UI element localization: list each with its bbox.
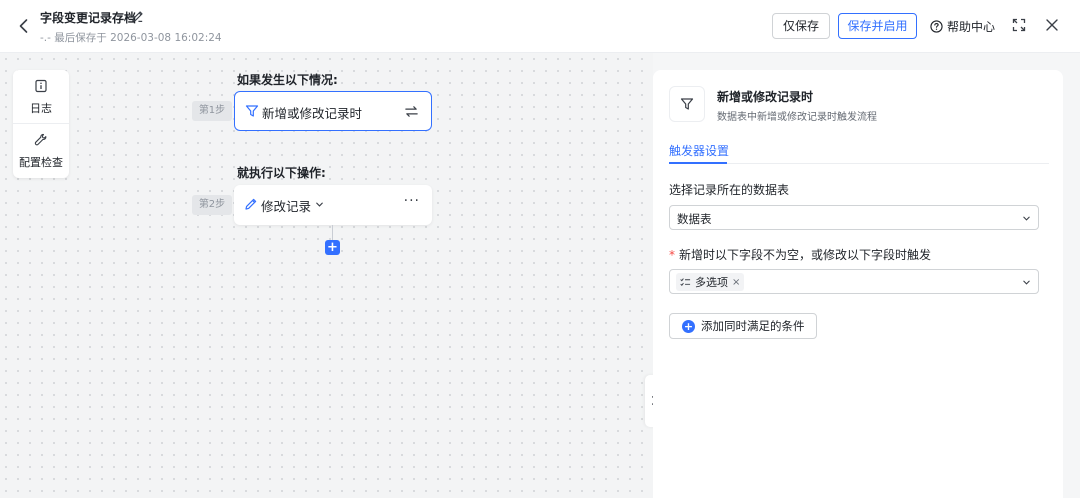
connector-line — [332, 225, 333, 240]
expand-icon[interactable] — [1011, 17, 1027, 33]
action-node-label: 修改记录 — [261, 199, 312, 214]
action-section-title: 就执行以下操作: — [237, 166, 326, 180]
multi-select-icon — [680, 277, 691, 286]
tag-remove-icon[interactable]: × — [732, 277, 740, 288]
last-saved-info: -.- 最后保存于 2026-03-08 16:02:24 — [40, 32, 222, 44]
trigger-node-label: 新增或修改记录时 — [262, 106, 363, 121]
field-tag-label: 多选项 — [695, 276, 728, 289]
config-check-label: 配置检查 — [19, 156, 63, 169]
back-arrow-icon[interactable] — [14, 16, 34, 36]
config-check-button[interactable]: 配置检查 — [13, 124, 69, 178]
trigger-section-title: 如果发生以下情况: — [237, 73, 338, 87]
filter-icon — [245, 105, 259, 117]
panel-title: 新增或修改记录时 — [717, 90, 814, 104]
flow-canvas[interactable]: 日志 配置检查 如果发生以下情况: 第1步 新增或修改记录时 就执行以下操作: … — [0, 53, 663, 498]
table-select-value: 数据表 — [677, 212, 712, 226]
log-label: 日志 — [30, 102, 52, 115]
chevron-down-icon — [1023, 280, 1030, 285]
add-step-button[interactable]: + — [325, 240, 340, 255]
page-title: 字段变更记录存档 — [40, 11, 137, 25]
field-tag: 多选项 × — [676, 273, 745, 291]
step1-badge: 第1步 — [192, 101, 232, 121]
required-mark: * — [669, 248, 675, 262]
edit-title-icon[interactable] — [130, 9, 145, 24]
trigger-node[interactable]: 新增或修改记录时 — [234, 91, 432, 131]
swap-icon[interactable] — [404, 104, 419, 119]
trigger-settings-panel: 新增或修改记录时 数据表中新增或修改记录时触发流程 触发器设置 选择记录所在的数… — [653, 70, 1063, 498]
save-only-button[interactable]: 仅保存 — [772, 13, 830, 39]
add-circle-icon: + — [682, 319, 695, 333]
trigger-field-label: 新增时以下字段不为空，或修改以下字段时触发 — [679, 248, 932, 262]
chevron-down-icon[interactable] — [314, 199, 325, 210]
chevron-down-icon — [1023, 216, 1030, 221]
tab-trigger-settings[interactable]: 触发器设置 — [669, 142, 729, 159]
help-center-link[interactable]: 帮助中心 — [930, 18, 995, 34]
log-info-icon — [35, 79, 47, 93]
table-select[interactable]: 数据表 — [669, 205, 1039, 230]
wrench-icon — [34, 133, 47, 146]
top-bar: 字段变更记录存档 -.- 最后保存于 2026-03-08 16:02:24 仅… — [0, 0, 1080, 53]
add-condition-button[interactable]: + 添加同时满足的条件 — [669, 313, 817, 339]
save-and-enable-button[interactable]: 保存并启用 — [838, 13, 917, 39]
pencil-icon — [245, 198, 257, 210]
panel-description: 数据表中新增或修改记录时触发流程 — [717, 112, 877, 123]
table-field-label: 选择记录所在的数据表 — [669, 183, 790, 197]
help-circle-icon — [930, 19, 943, 33]
trigger-icon-box — [669, 86, 705, 122]
help-center-label: 帮助中心 — [947, 19, 996, 34]
trigger-field-label-row: * 新增时以下字段不为空，或修改以下字段时触发 — [669, 246, 931, 263]
filter-icon — [680, 98, 694, 110]
close-icon[interactable] — [1044, 17, 1060, 33]
trigger-fields-select[interactable]: 多选项 × — [669, 269, 1039, 294]
log-button[interactable]: 日志 — [13, 70, 69, 124]
step2-badge: 第2步 — [192, 195, 232, 215]
more-options-icon[interactable]: ··· — [404, 193, 420, 209]
canvas-toolbar: 日志 配置检查 — [13, 70, 69, 178]
add-condition-label: 添加同时满足的条件 — [701, 319, 805, 333]
active-tab-indicator — [669, 162, 727, 164]
action-node[interactable]: 修改记录 ··· — [234, 185, 432, 225]
